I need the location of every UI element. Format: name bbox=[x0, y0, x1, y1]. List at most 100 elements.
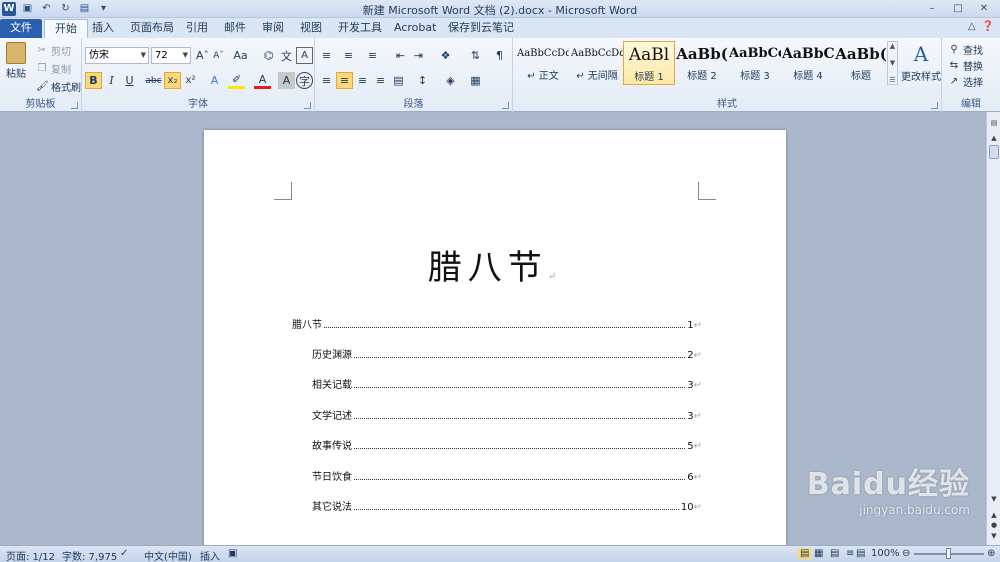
scroll-thumb[interactable] bbox=[989, 145, 999, 159]
tab-references[interactable]: 引用 bbox=[176, 19, 218, 38]
numbering-icon[interactable]: ≡ bbox=[340, 47, 357, 64]
font-name-combo[interactable]: 仿宋 ▼ bbox=[85, 47, 149, 64]
web-layout-icon[interactable]: ▤ bbox=[830, 548, 839, 559]
change-styles-button[interactable]: A 更改样式 bbox=[901, 42, 941, 83]
word-count[interactable]: 字数: 7,975 bbox=[62, 548, 117, 562]
clipboard-dialog-launcher[interactable] bbox=[71, 102, 78, 109]
shrink-font-icon[interactable]: Aˇ bbox=[210, 47, 227, 64]
font-size-combo[interactable]: 72 ▼ bbox=[151, 47, 191, 64]
shading-icon[interactable]: ◈ bbox=[442, 72, 459, 89]
maximize-button[interactable]: □ bbox=[946, 1, 970, 16]
distributed-icon[interactable]: ▤ bbox=[390, 72, 407, 89]
tab-mailings[interactable]: 邮件 bbox=[214, 19, 256, 38]
ruler-toggle-icon[interactable]: ▤ bbox=[988, 116, 1000, 129]
chinese-layout-icon[interactable]: ❖ bbox=[437, 47, 454, 64]
paragraph-dialog-launcher[interactable] bbox=[502, 102, 509, 109]
paste-button[interactable]: 粘贴 bbox=[6, 42, 26, 80]
style-heading-1[interactable]: AaBl 标题 1 bbox=[623, 41, 675, 85]
subscript-button[interactable]: x₂ bbox=[164, 72, 181, 89]
more-styles-icon[interactable]: ☰ bbox=[889, 76, 895, 84]
character-shading-icon[interactable]: A bbox=[278, 72, 295, 89]
format-painter-button[interactable]: 🖌 格式刷 bbox=[36, 79, 81, 95]
macro-record-icon[interactable]: ▣ bbox=[228, 548, 237, 559]
style-heading-4[interactable]: AaBbC( 标题 4 bbox=[782, 41, 834, 85]
tab-save-to-cloud-notes[interactable]: 保存到云笔记 bbox=[438, 19, 524, 38]
language[interactable]: 中文(中国) bbox=[144, 548, 192, 562]
full-screen-reading-icon[interactable]: ▦ bbox=[814, 548, 823, 559]
tab-file[interactable]: 文件 bbox=[0, 19, 42, 38]
tab-insert[interactable]: 插入 bbox=[82, 19, 124, 38]
tab-view[interactable]: 视图 bbox=[290, 19, 332, 38]
highlight-color-icon[interactable]: ✐ bbox=[228, 72, 245, 89]
toc-entry[interactable]: 文学记述 3 ↵ bbox=[312, 407, 702, 422]
decrease-indent-icon[interactable]: ⇤ bbox=[392, 47, 409, 64]
style-normal[interactable]: AaBbCcDd ↵ 正文 bbox=[517, 41, 569, 85]
justify-icon[interactable]: ≡ bbox=[372, 72, 389, 89]
toc-entry[interactable]: 其它说法 10 ↵ bbox=[312, 498, 702, 513]
find-button[interactable]: ⚲ 查找 bbox=[948, 42, 983, 58]
insert-mode[interactable]: 插入 bbox=[200, 548, 220, 562]
zoom-level[interactable]: 100% bbox=[871, 548, 900, 559]
bold-button[interactable]: B bbox=[85, 72, 102, 89]
align-right-icon[interactable]: ≡ bbox=[354, 72, 371, 89]
document-title[interactable]: 腊八节↵ bbox=[204, 240, 786, 289]
replace-button[interactable]: ⇆ 替换 bbox=[948, 58, 983, 74]
strikethrough-button[interactable]: abc bbox=[145, 72, 162, 89]
copy-button[interactable]: ❐ 复制 bbox=[36, 61, 71, 77]
scroll-down-icon[interactable]: ▼ bbox=[890, 59, 895, 67]
close-button[interactable]: ✕ bbox=[972, 1, 996, 16]
toc-entry[interactable]: 历史渊源 2 ↵ bbox=[312, 346, 702, 361]
cut-button[interactable]: ✂ 剪切 bbox=[36, 43, 71, 59]
outline-view-icon[interactable]: ≡ bbox=[846, 548, 854, 559]
toc-entry[interactable]: 节日饮食 6 ↵ bbox=[312, 468, 702, 483]
document-page[interactable]: 腊八节↵ 腊八节 1 ↵ 历史渊源 2 ↵ 相关记载 3 ↵ 文学记述 3 ↵ 故事传说… bbox=[204, 130, 786, 545]
toc-entry[interactable]: 相关记载 3 ↵ bbox=[312, 376, 702, 391]
multilevel-list-icon[interactable]: ≡ bbox=[364, 47, 381, 64]
line-spacing-icon[interactable]: ↕ bbox=[414, 72, 431, 89]
change-case-icon[interactable]: Aa bbox=[232, 47, 249, 64]
style-heading-3[interactable]: AaBbCc 标题 3 bbox=[729, 41, 781, 85]
text-effects-icon[interactable]: A bbox=[206, 72, 223, 89]
toc-entry[interactable]: 腊八节 1 ↵ bbox=[292, 316, 702, 331]
style-title[interactable]: AaBb( 标题 bbox=[835, 41, 887, 85]
document-area[interactable]: 腊八节↵ 腊八节 1 ↵ 历史渊源 2 ↵ 相关记载 3 ↵ 文学记述 3 ↵ 故事传说… bbox=[0, 112, 986, 545]
tab-review[interactable]: 审阅 bbox=[252, 19, 294, 38]
draft-view-icon[interactable]: ▤ bbox=[856, 548, 865, 559]
underline-button[interactable]: U bbox=[121, 72, 138, 89]
character-border-icon[interactable]: A bbox=[296, 47, 313, 64]
page-count[interactable]: 页面: 1/12 bbox=[6, 548, 55, 562]
superscript-button[interactable]: x² bbox=[182, 72, 199, 89]
tab-page-layout[interactable]: 页面布局 bbox=[120, 19, 184, 38]
zoom-slider-thumb[interactable] bbox=[946, 548, 951, 559]
minimize-button[interactable]: – bbox=[920, 1, 944, 16]
minimize-ribbon-icon[interactable]: △ bbox=[968, 21, 976, 32]
bullets-icon[interactable]: ≡ bbox=[318, 47, 335, 64]
sort-icon[interactable]: ⇅ bbox=[467, 47, 484, 64]
toc-entry[interactable]: 故事传说 5 ↵ bbox=[312, 437, 702, 452]
styles-gallery-scroll[interactable]: ▲ ▼ ☰ bbox=[887, 41, 898, 85]
clear-formatting-icon[interactable]: ⌬ bbox=[260, 47, 277, 64]
align-left-icon[interactable]: ≡ bbox=[318, 72, 335, 89]
zoom-in-icon[interactable]: ⊕ bbox=[987, 548, 995, 559]
grow-font-icon[interactable]: Aˆ bbox=[194, 47, 211, 64]
select-button[interactable]: ↗ 选择 bbox=[948, 74, 983, 90]
enclose-characters-icon[interactable]: 字 bbox=[296, 72, 313, 89]
font-dialog-launcher[interactable] bbox=[304, 102, 311, 109]
show-formatting-marks-icon[interactable]: ¶ bbox=[491, 47, 508, 64]
styles-dialog-launcher[interactable] bbox=[931, 102, 938, 109]
print-layout-view-icon[interactable]: ▤ bbox=[798, 548, 812, 559]
align-center-icon[interactable]: ≡ bbox=[336, 72, 353, 89]
style-heading-2[interactable]: AaBb( 标题 2 bbox=[676, 41, 728, 85]
tab-developer[interactable]: 开发工具 bbox=[328, 19, 392, 38]
zoom-out-icon[interactable]: ⊖ bbox=[902, 548, 910, 559]
style-no-spacing[interactable]: AaBbCcDd ↵ 无间隔 bbox=[571, 41, 623, 85]
next-page-icon[interactable]: ▼ bbox=[988, 529, 1000, 542]
vertical-scrollbar[interactable]: ▤ ▲ ▼ ▲ ● ▼ bbox=[986, 112, 1000, 545]
borders-icon[interactable]: ▦ bbox=[467, 72, 484, 89]
italic-button[interactable]: I bbox=[103, 72, 120, 89]
proofing-icon[interactable]: ✓ bbox=[120, 548, 128, 559]
increase-indent-icon[interactable]: ⇥ bbox=[410, 47, 427, 64]
scroll-down-icon[interactable]: ▼ bbox=[988, 492, 1000, 505]
scroll-up-icon[interactable]: ▲ bbox=[890, 42, 895, 50]
help-icon[interactable]: ❓ bbox=[982, 21, 994, 32]
